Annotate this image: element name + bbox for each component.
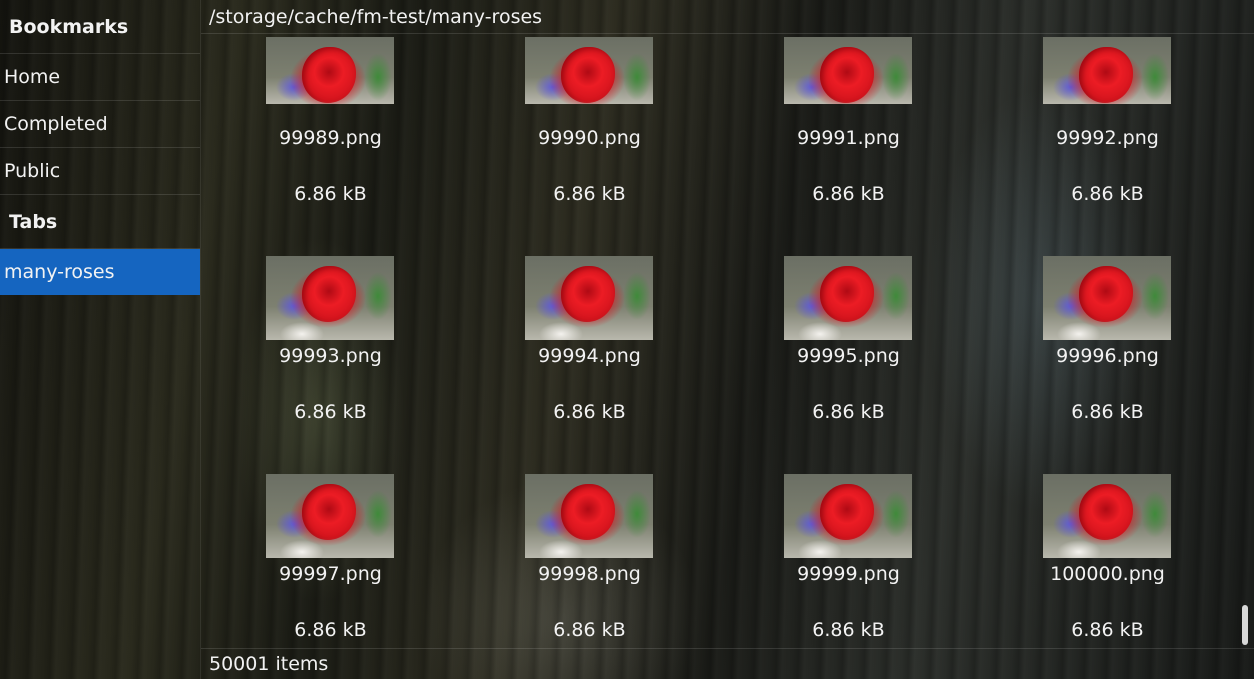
bookmark-completed[interactable]: Completed — [0, 101, 200, 148]
file-item[interactable]: 99991.png 6.86 kB — [719, 35, 978, 253]
file-item[interactable]: 99993.png 6.86 kB — [201, 253, 460, 471]
file-item[interactable]: 99996.png 6.86 kB — [978, 253, 1237, 471]
tabs-header: Tabs — [0, 195, 200, 249]
file-size: 6.86 kB — [1071, 619, 1144, 641]
rose-thumbnail — [525, 37, 653, 104]
file-name: 99991.png — [797, 127, 900, 149]
file-size: 6.86 kB — [812, 183, 885, 205]
file-name: 99993.png — [279, 345, 382, 367]
file-item[interactable]: 100000.png 6.86 kB — [978, 471, 1237, 647]
file-name: 99992.png — [1056, 127, 1159, 149]
file-item[interactable]: 99990.png 6.86 kB — [460, 35, 719, 253]
file-item[interactable]: 99989.png 6.86 kB — [201, 35, 460, 253]
file-name: 99995.png — [797, 345, 900, 367]
bookmark-home[interactable]: Home — [0, 54, 200, 101]
file-size: 6.86 kB — [812, 401, 885, 423]
file-size: 6.86 kB — [294, 183, 367, 205]
rose-thumbnail — [1043, 474, 1171, 558]
file-item[interactable]: 99997.png 6.86 kB — [201, 471, 460, 647]
file-size: 6.86 kB — [1071, 183, 1144, 205]
path-bar: /storage/cache/fm-test/many-roses — [201, 0, 1254, 34]
file-item[interactable]: 99998.png 6.86 kB — [460, 471, 719, 647]
rose-thumbnail — [266, 256, 394, 340]
scrollbar[interactable] — [1242, 605, 1248, 645]
bookmarks-header: Bookmarks — [0, 0, 200, 54]
status-bar: 50001 items — [201, 648, 1254, 679]
file-name: 99996.png — [1056, 345, 1159, 367]
rose-thumbnail — [784, 37, 912, 104]
rose-thumbnail — [784, 256, 912, 340]
file-item[interactable]: 99992.png 6.86 kB — [978, 35, 1237, 253]
tab-many-roses[interactable]: many-roses — [0, 249, 200, 295]
file-name: 99989.png — [279, 127, 382, 149]
file-browser: /storage/cache/fm-test/many-roses 99989.… — [201, 0, 1254, 679]
file-size: 6.86 kB — [294, 619, 367, 641]
file-size: 6.86 kB — [294, 401, 367, 423]
rose-thumbnail — [784, 474, 912, 558]
file-item[interactable]: 99995.png 6.86 kB — [719, 253, 978, 471]
file-size: 6.86 kB — [553, 183, 626, 205]
file-name: 99998.png — [538, 563, 641, 585]
file-name: 99990.png — [538, 127, 641, 149]
file-size: 6.86 kB — [553, 619, 626, 641]
bookmark-public[interactable]: Public — [0, 148, 200, 195]
file-size: 6.86 kB — [553, 401, 626, 423]
file-grid: 99989.png 6.86 kB 99990.png 6.86 kB 99991.pn… — [201, 35, 1254, 647]
rose-thumbnail — [266, 474, 394, 558]
sidebar: Bookmarks Home Completed Public Tabs man… — [0, 0, 201, 679]
file-name: 99999.png — [797, 563, 900, 585]
file-name: 99997.png — [279, 563, 382, 585]
rose-thumbnail — [1043, 37, 1171, 104]
rose-thumbnail — [266, 37, 394, 104]
file-name: 99994.png — [538, 345, 641, 367]
file-size: 6.86 kB — [1071, 401, 1144, 423]
file-item[interactable]: 99999.png 6.86 kB — [719, 471, 978, 647]
file-size: 6.86 kB — [812, 619, 885, 641]
file-name: 100000.png — [1050, 563, 1165, 585]
rose-thumbnail — [525, 474, 653, 558]
rose-thumbnail — [525, 256, 653, 340]
rose-thumbnail — [1043, 256, 1171, 340]
file-item[interactable]: 99994.png 6.86 kB — [460, 253, 719, 471]
